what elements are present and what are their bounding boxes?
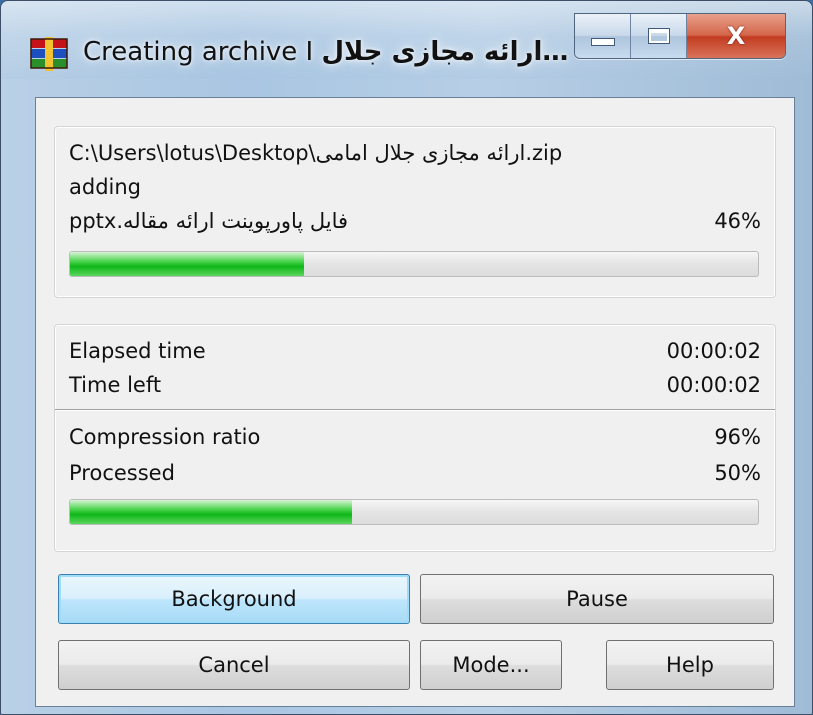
background-button[interactable]: Background: [58, 574, 410, 624]
elapsed-time-value: 00:00:02: [666, 339, 761, 363]
minimize-icon: [590, 38, 615, 46]
elapsed-time-label: Elapsed time: [69, 339, 206, 363]
file-progress-fill: [70, 252, 304, 276]
maximize-button[interactable]: [631, 14, 687, 58]
close-icon: X: [726, 22, 746, 50]
title-bar[interactable]: Creating archive I ارائه مجازی جلال… X: [1, 1, 812, 79]
archive-progress-window: Creating archive I ارائه مجازی جلال… X C…: [0, 0, 813, 715]
time-left-value: 00:00:02: [666, 373, 761, 397]
file-progress-group: C:\Users\lotus\Desktop\ارائه مجازی جلال …: [54, 126, 776, 298]
window-title: Creating archive I ارائه مجازی جلال…: [83, 37, 568, 67]
pause-button[interactable]: Pause: [420, 574, 774, 624]
window-title-left: Creating archive I: [83, 37, 322, 67]
cancel-button[interactable]: Cancel: [58, 640, 410, 690]
compression-ratio-label: Compression ratio: [69, 425, 261, 449]
processed-label: Processed: [69, 461, 175, 485]
maximize-icon: [647, 28, 670, 44]
stats-divider: [55, 409, 775, 411]
help-button[interactable]: Help: [606, 640, 774, 690]
total-progress-fill: [70, 500, 353, 524]
caption-buttons: X: [574, 13, 786, 59]
total-progress-bar: [69, 499, 759, 525]
stats-group: Elapsed time 00:00:02 Time left 00:00:02…: [54, 324, 776, 552]
file-percent: 46%: [714, 209, 761, 233]
minimize-button[interactable]: [575, 14, 631, 58]
dialog-client-area: C:\Users\lotus\Desktop\ارائه مجازی جلال …: [35, 97, 795, 707]
compression-ratio-value: 96%: [714, 425, 761, 449]
file-progress-bar: [69, 251, 759, 277]
processed-value: 50%: [714, 461, 761, 485]
archive-path: C:\Users\lotus\Desktop\ارائه مجازی جلال …: [69, 141, 563, 165]
archive-action: adding: [69, 175, 142, 199]
winrar-books-icon[interactable]: [27, 37, 71, 71]
time-left-label: Time left: [69, 373, 162, 397]
current-file-name: فایل پاورپوینت ارائه مقاله.pptx: [69, 209, 349, 233]
mode-button[interactable]: Mode...: [420, 640, 562, 690]
window-title-right: ارائه مجازی جلال…: [321, 37, 569, 67]
close-button[interactable]: X: [687, 14, 785, 58]
